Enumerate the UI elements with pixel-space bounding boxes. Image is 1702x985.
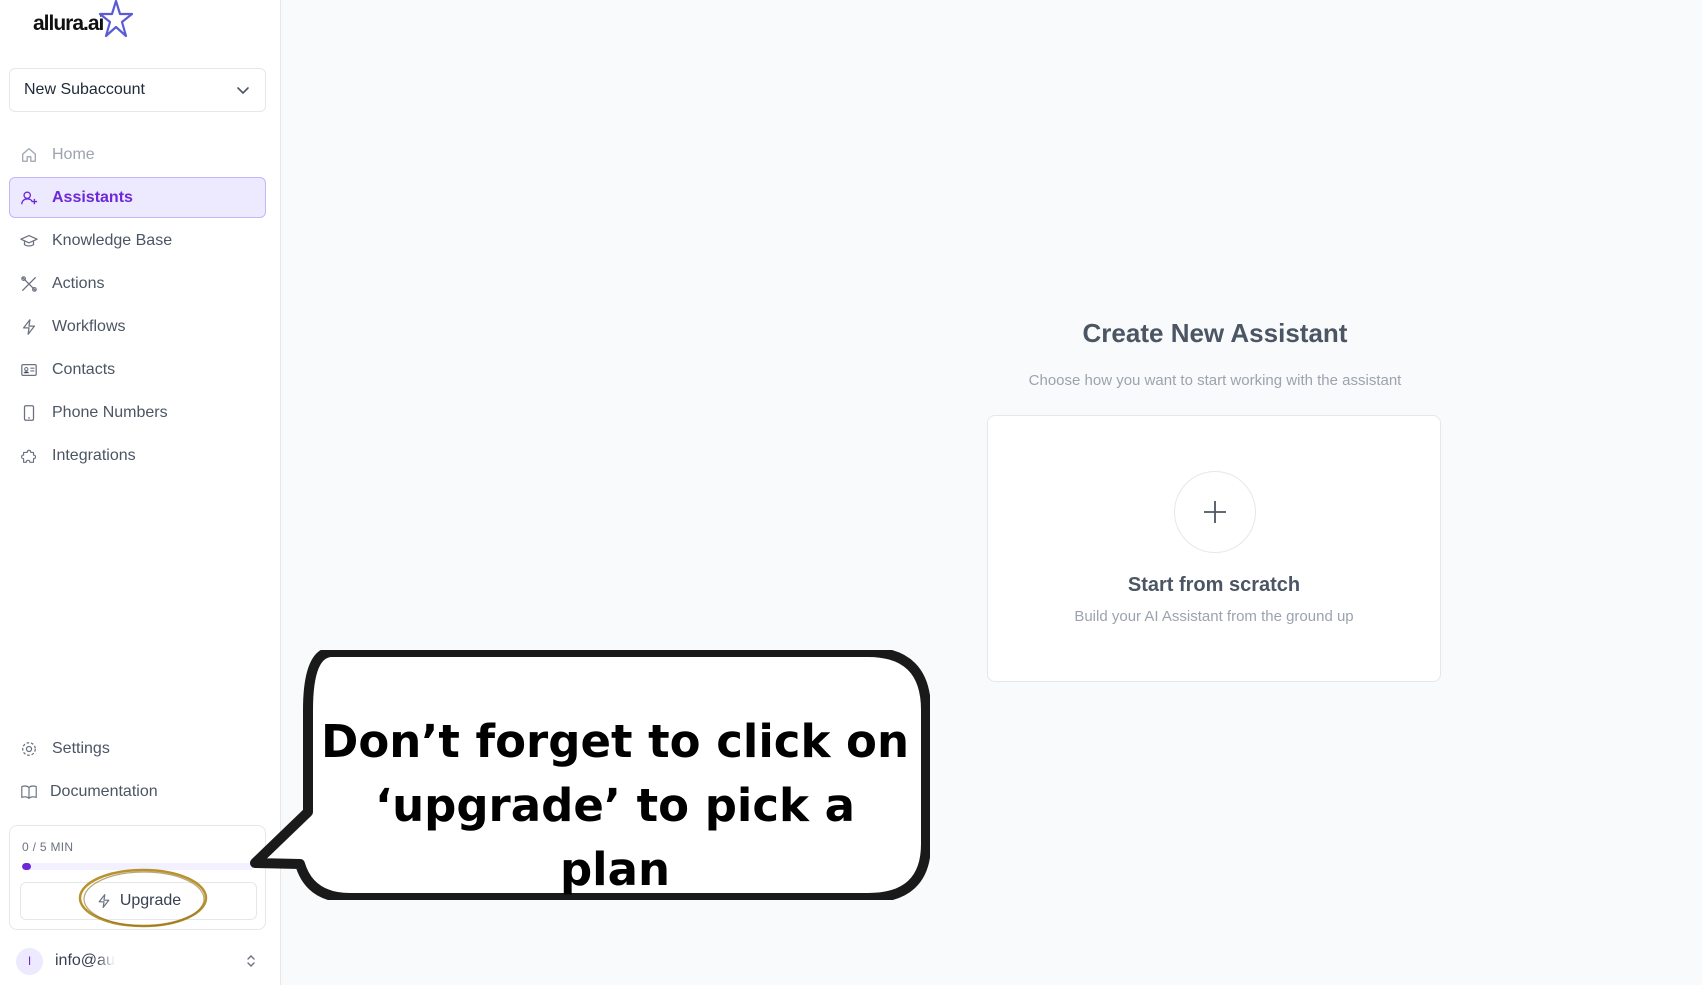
upgrade-button-label: Upgrade <box>119 892 182 909</box>
nav-item-settings[interactable]: Settings <box>9 728 266 769</box>
nav-item-label: Home <box>52 145 95 163</box>
usage-label: 0 / 5 MIN <box>22 840 74 854</box>
nav-item-contacts[interactable]: Contacts <box>9 349 266 390</box>
home-icon <box>19 145 39 165</box>
bottom-nav: Settings Documentation <box>9 728 266 814</box>
star-icon <box>99 0 134 38</box>
user-menu[interactable]: I info@au <box>16 946 258 976</box>
tools-icon <box>19 274 39 294</box>
start-from-scratch-card[interactable]: Start from scratch Build your AI Assista… <box>987 415 1441 682</box>
nav-item-label: Workflows <box>52 317 126 335</box>
usage-progress-bar <box>22 863 254 870</box>
main-nav: Home Assistants Knowledge Base Actions W… <box>9 134 266 478</box>
nav-item-label: Assistants <box>52 188 133 206</box>
logo-text: allura.ai <box>33 12 104 35</box>
page-subtitle: Choose how you want to start working wit… <box>1028 372 1402 389</box>
nav-item-label: Settings <box>52 739 110 757</box>
usage-card: 0 / 5 MIN Upgrade <box>9 825 266 930</box>
id-card-icon <box>19 360 39 380</box>
subaccount-select[interactable]: New Subaccount <box>9 68 266 112</box>
nav-item-label: Phone Numbers <box>52 403 168 421</box>
callout-text: Don’t forget to click on ‘upgrade’ to pi… <box>315 710 915 902</box>
puzzle-icon <box>19 446 39 466</box>
user-plus-icon <box>19 188 39 208</box>
bolt-icon <box>19 317 39 337</box>
page-title: Create New Assistant <box>1082 318 1348 348</box>
logo[interactable]: allura.ai <box>33 0 134 46</box>
nav-item-actions[interactable]: Actions <box>9 263 266 304</box>
card-title: Start from scratch <box>1127 574 1301 596</box>
phone-icon <box>19 403 39 423</box>
nav-item-label: Contacts <box>52 360 116 378</box>
chevron-down-icon <box>237 87 249 95</box>
callout-line-1: Don’t forget to click on <box>320 715 909 768</box>
nav-item-phone-numbers[interactable]: Phone Numbers <box>9 392 266 433</box>
nav-item-label: Actions <box>52 274 105 292</box>
user-email: info@au <box>55 952 115 969</box>
nav-item-integrations[interactable]: Integrations <box>9 435 266 476</box>
bolt-icon <box>98 894 110 908</box>
chevron-up-down-icon <box>247 955 255 967</box>
graduation-cap-icon <box>19 231 39 251</box>
sidebar: allura.ai New Subaccount Home Assistants… <box>0 0 281 985</box>
gear-icon <box>19 739 39 759</box>
callout-line-2: ‘upgrade’ to pick a plan <box>375 779 855 896</box>
nav-item-label: Knowledge Base <box>52 231 173 249</box>
usage-progress-fill <box>22 863 32 870</box>
nav-item-workflows[interactable]: Workflows <box>9 306 266 347</box>
nav-item-assistants[interactable]: Assistants <box>9 177 266 218</box>
card-description: Build your AI Assistant from the ground … <box>1074 608 1354 625</box>
subaccount-select-value: New Subaccount <box>24 81 145 98</box>
avatar: I <box>16 947 43 975</box>
plus-icon <box>1174 471 1256 553</box>
upgrade-button[interactable]: Upgrade <box>20 882 257 920</box>
nav-item-home[interactable]: Home <box>9 134 266 175</box>
nav-item-label: Documentation <box>50 782 158 800</box>
nav-item-knowledge-base[interactable]: Knowledge Base <box>9 220 266 261</box>
book-icon <box>19 782 39 802</box>
nav-item-label: Integrations <box>52 446 136 464</box>
nav-item-documentation[interactable]: Documentation <box>9 771 266 812</box>
